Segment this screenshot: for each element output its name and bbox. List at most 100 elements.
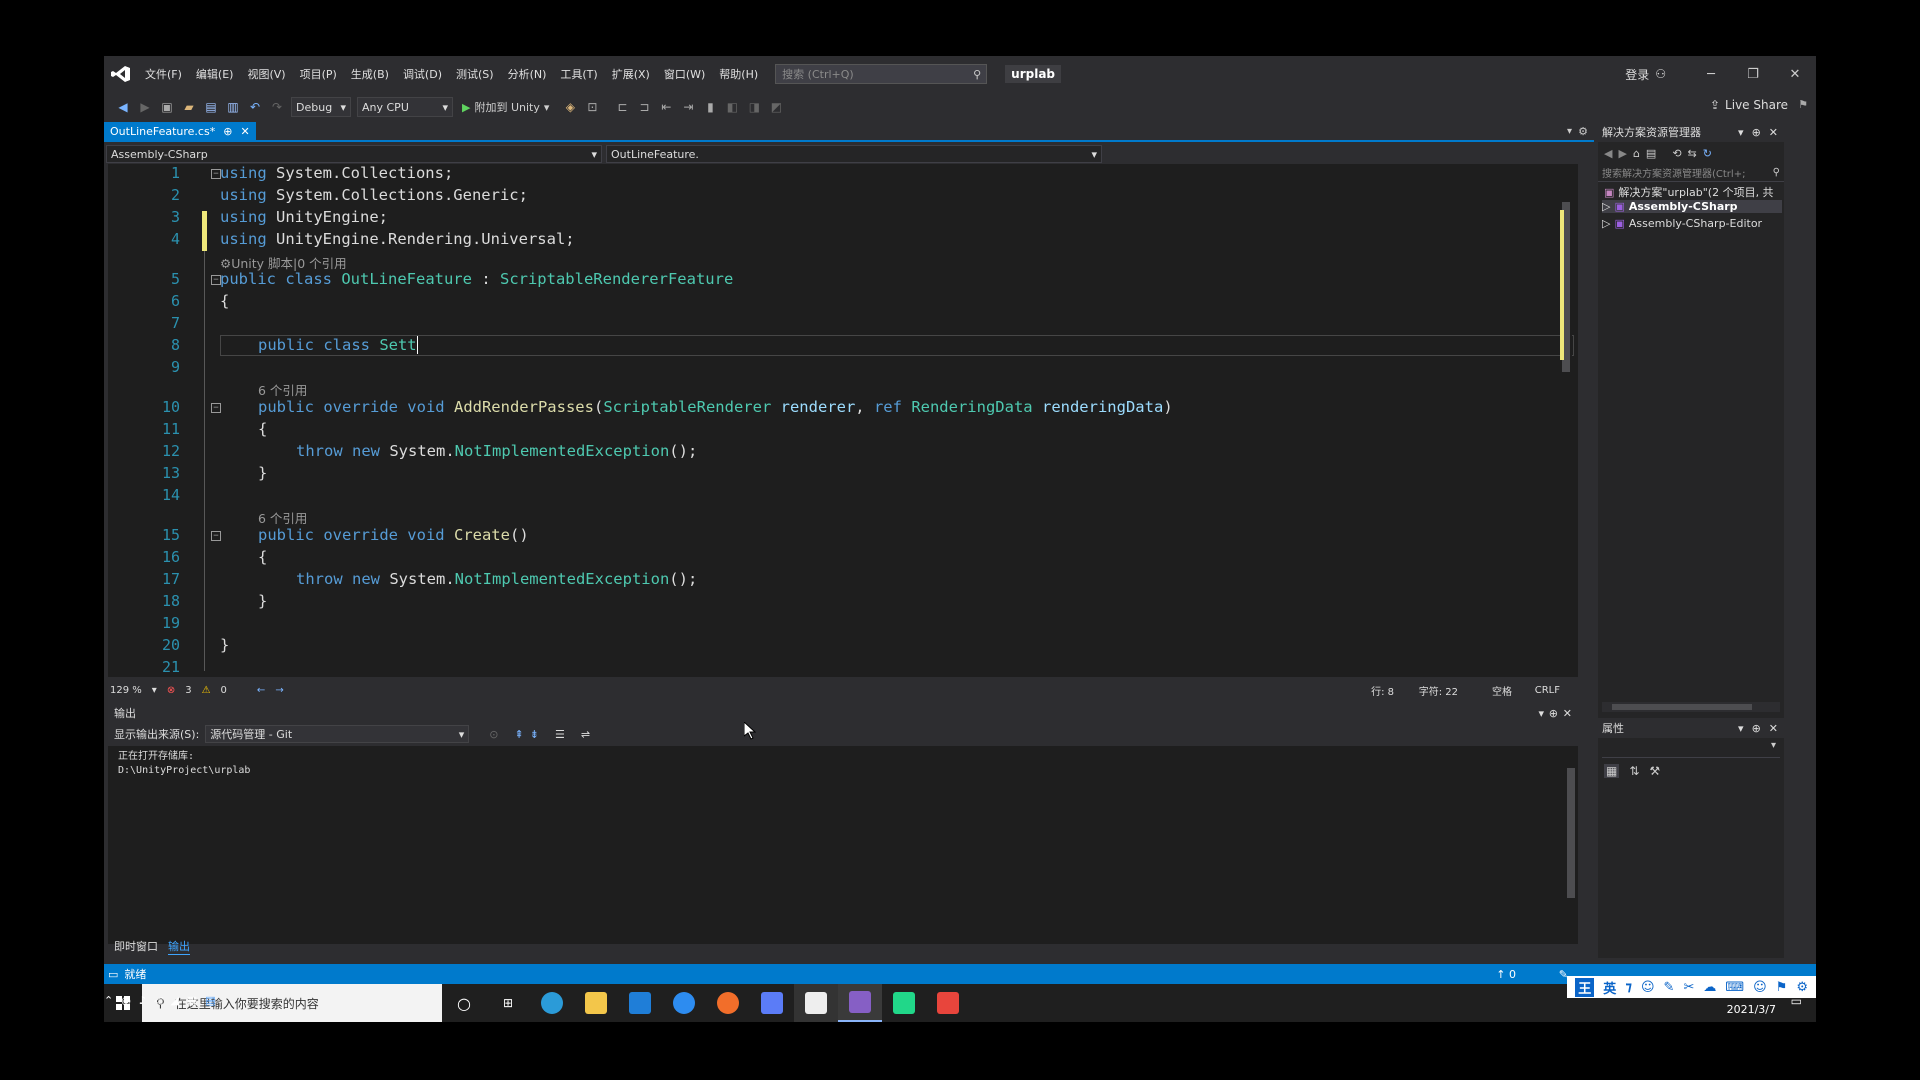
- solution-hscroll[interactable]: [1602, 702, 1780, 712]
- clear-bookmark-icon[interactable]: ◩: [767, 98, 785, 116]
- save-icon[interactable]: ▤: [202, 98, 220, 116]
- home-icon[interactable]: ⌂: [1633, 147, 1640, 160]
- microphone-icon[interactable]: ♪: [139, 994, 146, 1007]
- zoom-level[interactable]: 129 %: [110, 685, 142, 696]
- config-dropdown[interactable]: Debug ▾: [291, 97, 351, 117]
- solution-search-input[interactable]: 搜索解决方案资源管理器(Ctrl+; ⚲: [1598, 164, 1784, 182]
- solution-item-assembly-csharp-editor[interactable]: ▷ ▣ Assembly-CSharp-Editor: [1602, 217, 1762, 230]
- editor-scrollbar[interactable]: [1560, 170, 1572, 670]
- nav-forward-icon[interactable]: →: [275, 685, 283, 696]
- cloud-icon[interactable]: ☁: [1703, 980, 1716, 995]
- step-icon[interactable]: ⊏: [613, 98, 631, 116]
- undo-icon[interactable]: ↶: [246, 98, 264, 116]
- next-bookmark-icon[interactable]: ◨: [745, 98, 763, 116]
- indent-mode[interactable]: 空格: [1492, 683, 1512, 698]
- network-icon[interactable]: ◢: [170, 994, 178, 1007]
- menu-file[interactable]: 文件(F): [138, 66, 189, 82]
- settings-gear-icon[interactable]: ⚙: [1578, 125, 1588, 138]
- fold-toggle[interactable]: −: [211, 531, 221, 541]
- format-icon[interactable]: ⊐: [635, 98, 653, 116]
- ime-wang-button[interactable]: 王: [1575, 977, 1595, 997]
- back-icon[interactable]: ◀: [1604, 147, 1612, 160]
- forward-icon[interactable]: ▶: [136, 98, 154, 116]
- tab-outlinefeature[interactable]: OutLineFeature.cs* ⊕ ✕: [104, 122, 256, 140]
- unity-icon[interactable]: ◈: [561, 98, 579, 116]
- menu-debug[interactable]: 调试(D): [396, 66, 449, 82]
- property-pages-icon[interactable]: ⚒: [1649, 764, 1660, 778]
- menu-test[interactable]: 测试(S): [449, 66, 501, 82]
- find-message-icon[interactable]: ⊙: [489, 728, 498, 741]
- menu-window[interactable]: 窗口(W): [657, 66, 712, 82]
- pin-icon[interactable]: ⊕: [1752, 126, 1761, 139]
- settings-gear-icon[interactable]: ⚙: [1796, 980, 1808, 995]
- save-all-icon[interactable]: ▥: [224, 98, 242, 116]
- close-panel-icon[interactable]: ✕: [1563, 707, 1572, 720]
- warning-icon[interactable]: ⚠: [202, 685, 211, 696]
- skin-icon[interactable]: ⚑: [1776, 980, 1788, 995]
- codelens-references[interactable]: 6 个引用: [258, 380, 307, 399]
- scrollbar-thumb[interactable]: [1567, 768, 1575, 898]
- sync-icon[interactable]: ⇆: [1688, 147, 1697, 160]
- scissors-icon[interactable]: ✂: [1683, 980, 1694, 995]
- pin-icon[interactable]: ⊕: [223, 125, 232, 138]
- restore-button[interactable]: ❐: [1732, 67, 1774, 82]
- menu-view[interactable]: 视图(V): [240, 66, 292, 82]
- panel-menu-icon[interactable]: ▾: [1738, 722, 1744, 735]
- warning-count[interactable]: 0: [221, 685, 227, 696]
- panel-menu-icon[interactable]: ▾: [1538, 707, 1544, 720]
- categorized-icon[interactable]: ▦: [1604, 764, 1620, 778]
- tab-overflow-icon[interactable]: ▾: [1567, 126, 1572, 137]
- feedback-icon[interactable]: ⚑: [1798, 98, 1808, 111]
- back-icon[interactable]: ◀: [114, 98, 132, 116]
- project-dropdown[interactable]: Assembly-CSharp ▾: [106, 145, 602, 163]
- emoji-icon[interactable]: ☺: [1641, 980, 1655, 995]
- new-project-icon[interactable]: ▣: [158, 98, 176, 116]
- pin-icon[interactable]: ⊕: [1752, 722, 1761, 735]
- punctuation-icon[interactable]: ⁊: [1625, 980, 1632, 995]
- tray-app-icon[interactable]: ◉: [121, 994, 131, 1007]
- ime-language-button[interactable]: 英: [1603, 978, 1616, 997]
- output-text[interactable]: 正在打开存储库: D:\UnityProject\urplab: [118, 750, 250, 778]
- chevron-down-icon[interactable]: ▾: [152, 685, 157, 696]
- properties-object-dropdown[interactable]: ▾: [1602, 740, 1780, 758]
- menu-edit[interactable]: 编辑(E): [189, 66, 241, 82]
- output-scrollbar[interactable]: [1566, 748, 1576, 918]
- minimize-button[interactable]: ─: [1690, 67, 1732, 82]
- pin-icon[interactable]: ⊕: [1549, 707, 1558, 720]
- refresh-icon[interactable]: ↻: [1703, 147, 1712, 160]
- prev-bookmark-icon[interactable]: ◧: [723, 98, 741, 116]
- menu-project[interactable]: 项目(P): [293, 66, 344, 82]
- next-message-icon[interactable]: ⇟: [530, 728, 539, 741]
- outdent-icon[interactable]: ⇥: [679, 98, 697, 116]
- code-editor[interactable]: 1 2 3 4 5 6 7 8 9 10 11 12 13 14 15 16 1…: [108, 164, 1578, 677]
- tab-output[interactable]: 输出: [168, 938, 190, 955]
- prev-message-icon[interactable]: ⇞: [515, 728, 524, 741]
- menu-extensions[interactable]: 扩展(X): [605, 66, 657, 82]
- panel-menu-icon[interactable]: ▾: [1738, 126, 1744, 139]
- menu-build[interactable]: 生成(B): [344, 66, 396, 82]
- close-panel-icon[interactable]: ✕: [1769, 126, 1778, 139]
- close-panel-icon[interactable]: ✕: [1769, 722, 1778, 735]
- line-ending[interactable]: CRLF: [1535, 685, 1560, 696]
- codelens-references[interactable]: 6 个引用: [258, 508, 307, 527]
- tray-expand-icon[interactable]: ⌃: [104, 994, 113, 1007]
- close-window-button[interactable]: ✕: [1774, 67, 1816, 82]
- publish-count[interactable]: ↑ 0: [1496, 968, 1516, 981]
- menu-tools[interactable]: 工具(T): [553, 66, 604, 82]
- solution-root[interactable]: ▣ 解决方案"urplab"(2 个项目, 共: [1604, 184, 1774, 200]
- tray-app2-icon[interactable]: ▦: [187, 994, 197, 1007]
- error-count[interactable]: 3: [185, 685, 191, 696]
- ime-icon[interactable]: ▤: [205, 994, 215, 1007]
- alphabetical-icon[interactable]: ⇅: [1629, 764, 1639, 778]
- output-source-dropdown[interactable]: 源代码管理 - Git ▾: [205, 725, 470, 743]
- indent-icon[interactable]: ⇤: [657, 98, 675, 116]
- redo-icon[interactable]: ↷: [268, 98, 286, 116]
- history-icon[interactable]: ⟲: [1672, 147, 1681, 160]
- browser-icon[interactable]: ⊡: [583, 98, 601, 116]
- keyboard-icon[interactable]: ⌨: [1725, 980, 1744, 995]
- solution-item-assembly-csharp[interactable]: ▷ ▣ Assembly-CSharp: [1602, 200, 1782, 213]
- error-icon[interactable]: ⊗: [167, 685, 175, 696]
- tab-immediate-window[interactable]: 即时窗口: [114, 938, 158, 954]
- handwriting-icon[interactable]: ✎: [1664, 980, 1675, 995]
- search-input[interactable]: 搜索 (Ctrl+Q) ⚲: [775, 64, 988, 84]
